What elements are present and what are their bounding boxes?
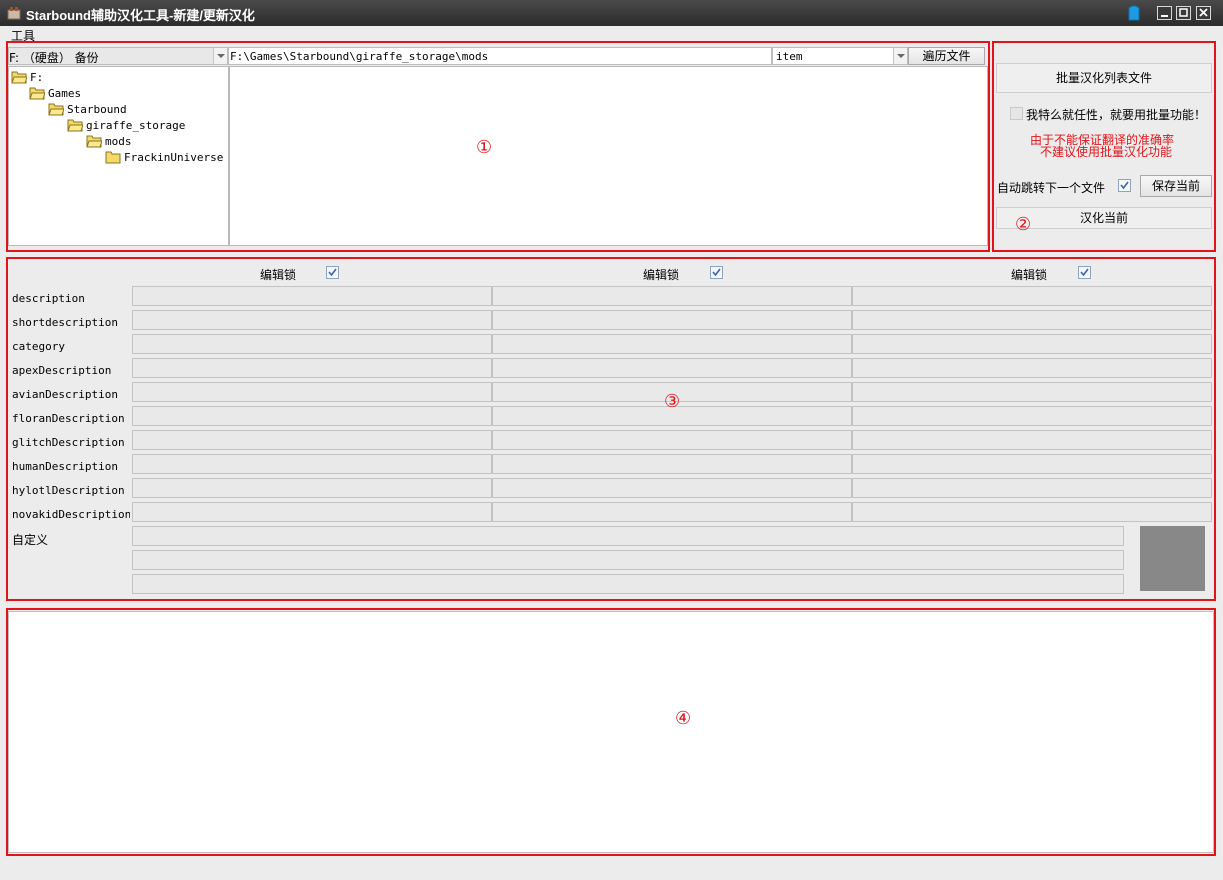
close-icon	[1199, 8, 1208, 17]
window-title: Starbound辅助汉化工具-新建/更新汉化	[26, 8, 255, 23]
annotation-box-4	[6, 608, 1216, 856]
annotation-number-2: ②	[1015, 214, 1032, 235]
annotation-number-1: ①	[476, 137, 493, 158]
close-button[interactable]	[1196, 6, 1211, 20]
minimize-icon	[1161, 15, 1168, 17]
title-bar: Starbound辅助汉化工具-新建/更新汉化	[0, 0, 1223, 26]
maximize-button[interactable]	[1176, 6, 1191, 20]
annotation-box-1	[6, 41, 990, 252]
app-icon	[7, 7, 21, 20]
minimize-button[interactable]	[1157, 6, 1172, 20]
annotation-number-3: ③	[664, 391, 681, 412]
maximize-icon	[1179, 8, 1188, 17]
skin-icon[interactable]	[1126, 5, 1142, 21]
annotation-box-3	[6, 257, 1216, 601]
annotation-number-4: ④	[675, 708, 692, 729]
